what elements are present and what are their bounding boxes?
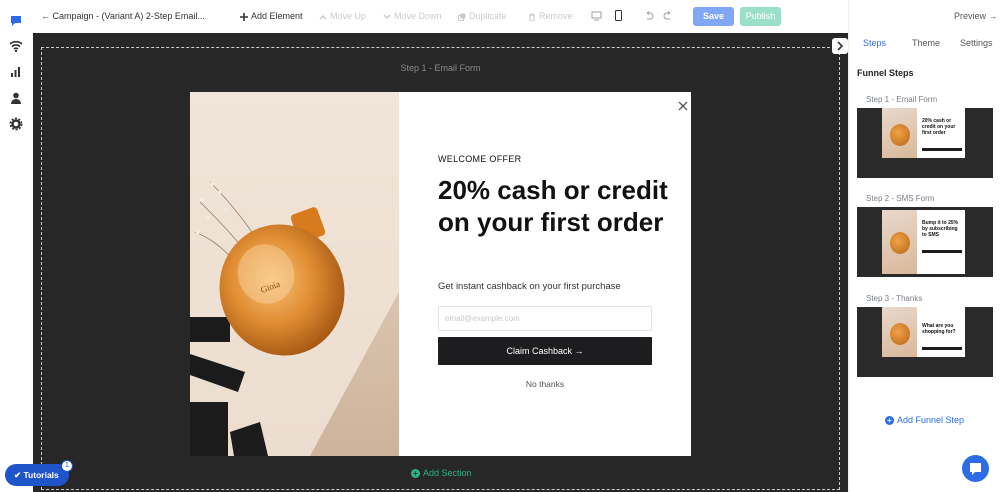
thumb-bottle bbox=[890, 232, 910, 254]
wifi-icon[interactable] bbox=[9, 39, 23, 53]
thumb-button bbox=[922, 148, 962, 151]
duplicate-label: Duplicate bbox=[469, 11, 507, 21]
desktop-icon[interactable] bbox=[591, 11, 602, 21]
thumb-image bbox=[882, 210, 917, 274]
offer-headline: 20% cash or credit on your first order bbox=[438, 175, 668, 237]
copy-icon bbox=[458, 13, 466, 21]
thumb-card: 20% cash or credit on your first order bbox=[882, 108, 965, 158]
add-element-button[interactable]: Add Element bbox=[240, 10, 303, 23]
chevron-right-icon bbox=[837, 41, 844, 51]
move-up-label: Move Up bbox=[330, 11, 367, 21]
check-icon: ✔ bbox=[14, 470, 22, 480]
thumb-image bbox=[882, 108, 917, 158]
mobile-icon[interactable] bbox=[615, 10, 622, 21]
no-thanks-link[interactable]: No thanks bbox=[438, 379, 652, 389]
step-2-thumbnail[interactable]: Bump it to 25% by subscribing to SMS bbox=[857, 207, 993, 277]
thumb-bottle bbox=[890, 124, 910, 146]
thumb-image bbox=[882, 307, 917, 357]
add-funnel-step-label: Add Funnel Step bbox=[897, 415, 965, 425]
right-panel: Preview → Steps Theme Settings Funnel St… bbox=[848, 0, 1000, 492]
step-3-label[interactable]: Step 3 - Thanks bbox=[866, 294, 922, 303]
thumb-card: Bump it to 25% by subscribing to SMS bbox=[882, 210, 965, 274]
plus-circle-icon: + bbox=[885, 416, 894, 426]
plus-circle-icon: + bbox=[411, 469, 420, 479]
claim-cashback-button[interactable]: Claim Cashback → bbox=[438, 337, 652, 365]
chat-icon[interactable] bbox=[9, 14, 23, 28]
thumb-button bbox=[922, 347, 962, 350]
tab-settings[interactable]: Settings bbox=[960, 38, 993, 48]
editor-canvas: Step 1 - Email Form Gioia WELCOME OFFER … bbox=[33, 33, 848, 492]
preview-button[interactable]: Preview → bbox=[954, 11, 998, 21]
step-1-thumbnail[interactable]: 20% cash or credit on your first order bbox=[857, 108, 993, 178]
tutorials-badge: 1 bbox=[61, 460, 73, 472]
product-image[interactable]: Gioia bbox=[190, 92, 399, 456]
add-funnel-step-button[interactable]: + Add Funnel Step bbox=[885, 415, 965, 426]
chat-launcher-button[interactable] bbox=[962, 455, 989, 482]
trash-icon bbox=[529, 13, 535, 21]
step-1-label[interactable]: Step 1 - Email Form bbox=[866, 95, 937, 104]
chevron-down-icon bbox=[383, 14, 391, 19]
tutorials-label: Tutorials bbox=[23, 470, 59, 480]
thumb-headline: Bump it to 25% by subscribing to SMS bbox=[922, 220, 959, 238]
back-to-campaign-link[interactable]: ← Campaign - (Variant A) 2-Step Email... bbox=[41, 10, 205, 23]
collapse-panel-button[interactable] bbox=[832, 38, 848, 54]
step-title: Step 1 - Email Form bbox=[400, 63, 481, 73]
thumb-headline: 20% cash or credit on your first order bbox=[922, 118, 956, 136]
tab-steps[interactable]: Steps bbox=[863, 38, 886, 48]
gear-icon[interactable] bbox=[9, 117, 23, 131]
perfume-photo: Gioia bbox=[190, 92, 399, 456]
close-icon[interactable] bbox=[678, 101, 688, 111]
funnel-steps-heading: Funnel Steps bbox=[857, 68, 914, 78]
remove-button[interactable]: Remove bbox=[528, 10, 573, 23]
popup-preview[interactable]: Gioia WELCOME OFFER 20% cash or credit o… bbox=[190, 92, 691, 456]
offer-subtitle: Get instant cashback on your first purch… bbox=[438, 281, 621, 292]
add-section-button[interactable]: + Add Section bbox=[411, 468, 472, 479]
save-button[interactable]: Save bbox=[693, 7, 734, 26]
popup-content: WELCOME OFFER 20% cash or credit on your… bbox=[399, 92, 691, 456]
offer-kicker: WELCOME OFFER bbox=[438, 154, 522, 164]
thumb-card: What are you shopping for? bbox=[882, 307, 965, 357]
remove-label: Remove bbox=[539, 11, 573, 21]
duplicate-button[interactable]: Duplicate bbox=[458, 10, 507, 23]
top-toolbar: ← Campaign - (Variant A) 2-Step Email...… bbox=[33, 0, 848, 33]
chat-bubble-icon bbox=[970, 463, 981, 475]
move-up-button[interactable]: Move Up bbox=[319, 10, 366, 23]
thumb-button bbox=[922, 250, 962, 253]
undo-icon[interactable] bbox=[644, 11, 654, 21]
bar-chart-icon[interactable] bbox=[9, 65, 23, 79]
add-section-label: Add Section bbox=[423, 468, 472, 478]
publish-button[interactable]: Publish bbox=[740, 7, 781, 26]
thumb-headline: What are you shopping for? bbox=[922, 323, 956, 335]
step-3-thumbnail[interactable]: What are you shopping for? bbox=[857, 307, 993, 377]
left-icon-rail bbox=[0, 0, 33, 492]
chevron-up-icon bbox=[319, 14, 327, 20]
email-input[interactable] bbox=[438, 306, 652, 331]
user-icon[interactable] bbox=[9, 91, 23, 105]
add-element-label: Add Element bbox=[251, 11, 303, 21]
move-down-label: Move Down bbox=[394, 11, 442, 21]
plus-icon bbox=[240, 12, 248, 21]
step-2-label[interactable]: Step 2 - SMS Form bbox=[866, 194, 934, 203]
tab-theme[interactable]: Theme bbox=[912, 38, 940, 48]
redo-icon[interactable] bbox=[663, 11, 673, 21]
move-down-button[interactable]: Move Down bbox=[383, 10, 442, 23]
thumb-bottle bbox=[890, 323, 910, 345]
tutorials-button[interactable]: ✔ Tutorials bbox=[5, 464, 69, 486]
